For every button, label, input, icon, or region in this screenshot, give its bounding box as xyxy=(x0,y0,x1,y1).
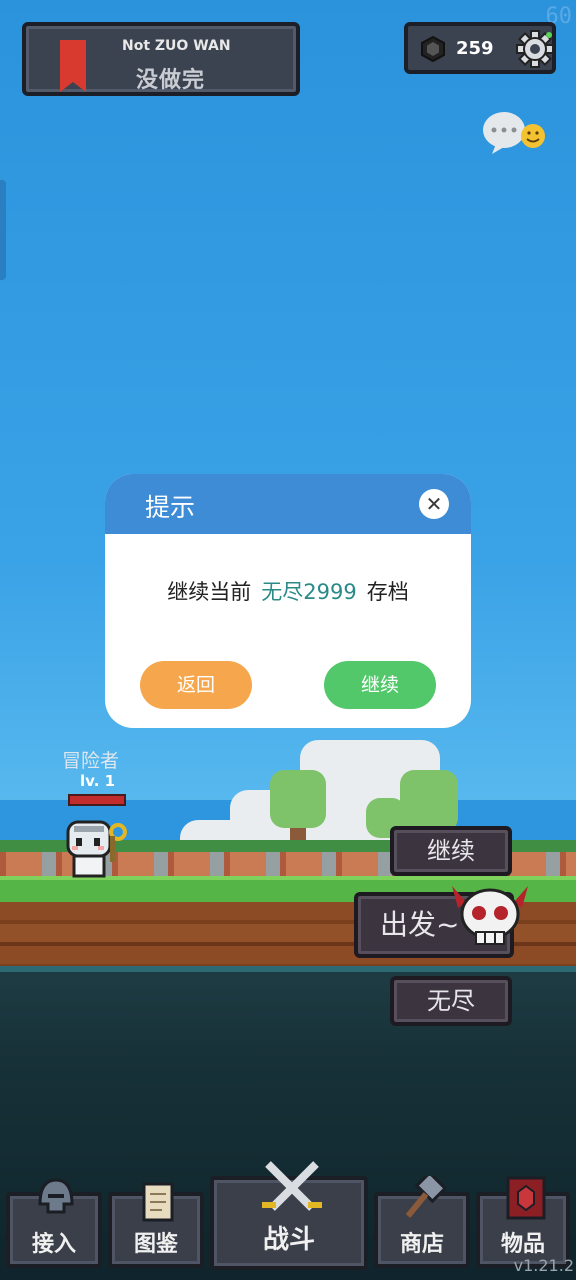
crossed-swords-icon xyxy=(262,1161,322,1211)
edge-handle[interactable] xyxy=(0,180,6,280)
save-title: 没做完 xyxy=(136,68,206,93)
hammer-icon xyxy=(405,1176,446,1218)
save-title-panel[interactable]: Not ZUO WAN 没做完 xyxy=(22,22,300,96)
spellbook-icon xyxy=(506,1176,546,1220)
dialog-message: 继续当前 无尽2999 存档 xyxy=(105,576,471,606)
continue-game-button[interactable]: 继续 xyxy=(390,826,512,876)
version-label: v1.21.2 xyxy=(513,1256,574,1275)
currency-panel: 259 xyxy=(404,22,556,74)
hero-name: 冒险者 xyxy=(62,750,120,772)
message-suffix: 存档 xyxy=(366,580,409,604)
nav-label-access: 接入 xyxy=(31,1232,76,1257)
save-subtitle: Not ZUO WAN xyxy=(122,38,231,54)
dialog-header: 提示 ✕ xyxy=(105,474,471,534)
nav-label-codex: 图鉴 xyxy=(133,1232,178,1257)
close-icon[interactable]: ✕ xyxy=(419,489,449,519)
bookmark-icon xyxy=(60,40,86,92)
save-slot-name: 无尽2999 xyxy=(261,580,357,604)
helmet-icon xyxy=(38,1178,74,1214)
chat-bubble-icon[interactable] xyxy=(482,110,548,156)
dialog-title: 提示 xyxy=(145,493,196,522)
scroll-icon xyxy=(142,1182,174,1222)
water-surface xyxy=(0,966,576,972)
continue-button[interactable]: 继续 xyxy=(324,661,436,709)
nav-access[interactable]: 接入 xyxy=(6,1178,102,1268)
settings-gear-icon[interactable] xyxy=(516,30,554,68)
nav-label-shop: 商店 xyxy=(399,1232,444,1257)
nav-battle[interactable]: 战斗 xyxy=(210,1161,368,1270)
nav-codex[interactable]: 图鉴 xyxy=(108,1182,204,1268)
nav-shop[interactable]: 商店 xyxy=(374,1176,470,1268)
nav-label-battle: 战斗 xyxy=(262,1225,315,1255)
prompt-dialog: 提示 ✕ 继续当前 无尽2999 存档 返回 继续 xyxy=(105,474,471,728)
gem-icon xyxy=(421,36,445,62)
hero-hp-bar xyxy=(68,794,126,806)
nav-label-items: 物品 xyxy=(500,1232,545,1257)
gem-count: 259 xyxy=(456,38,494,59)
tree-canopy xyxy=(270,770,326,828)
message-prefix: 继续当前 xyxy=(167,580,252,604)
endless-mode-button[interactable]: 无尽 xyxy=(390,976,512,1026)
hero-level: lv. 1 xyxy=(80,772,116,790)
tree-canopy xyxy=(400,770,458,832)
skull-icon xyxy=(452,886,528,945)
back-button[interactable]: 返回 xyxy=(140,661,252,709)
knight-hero-sprite[interactable] xyxy=(62,816,130,880)
